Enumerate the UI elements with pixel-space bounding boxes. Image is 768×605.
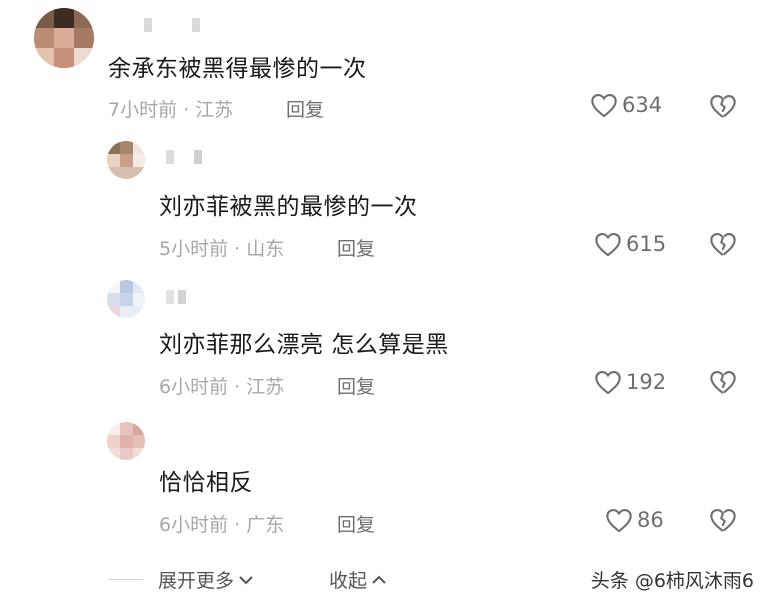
reply-button[interactable]: 回复 [337, 510, 375, 537]
collapse-label: 收起 [329, 570, 368, 592]
like-count: 86 [637, 508, 664, 532]
expand-more-button[interactable]: 展开更多 [158, 566, 255, 593]
comment-meta: 6小时前 · 江苏 [159, 376, 285, 398]
reply-button[interactable]: 回复 [286, 95, 324, 122]
like-count: 634 [622, 93, 663, 117]
broken-heart-icon [710, 509, 736, 532]
avatar[interactable] [107, 280, 145, 318]
dislike-button[interactable] [709, 231, 737, 261]
like-button[interactable]: 634 [590, 92, 662, 118]
comment-text: 余承东被黑得最惨的一次 [108, 56, 367, 82]
expand-more-label: 展开更多 [158, 570, 235, 592]
broken-heart-icon [710, 95, 736, 118]
avatar[interactable] [34, 8, 94, 68]
like-button[interactable]: 192 [594, 369, 666, 395]
heart-icon [595, 233, 621, 257]
watermark: 头条 @6柿风沐雨6 [590, 570, 754, 592]
chevron-up-icon [372, 575, 386, 584]
comment-meta: 7小时前 · 江苏 [108, 99, 234, 121]
reply-button[interactable]: 回复 [337, 234, 375, 261]
divider [107, 579, 143, 580]
dislike-button[interactable] [709, 507, 737, 537]
heart-icon [591, 94, 617, 118]
comment-meta: 5小时前 · 山东 [159, 238, 285, 260]
comment-text: 刘亦菲被黑的最惨的一次 [159, 194, 418, 220]
collapse-button[interactable]: 收起 [329, 566, 388, 593]
chevron-down-icon [239, 575, 253, 584]
heart-icon [606, 509, 632, 533]
dislike-button[interactable] [709, 369, 737, 399]
avatar[interactable] [107, 141, 145, 179]
like-count: 192 [626, 370, 667, 394]
like-button[interactable]: 615 [594, 231, 666, 257]
dislike-button[interactable] [709, 93, 737, 123]
comment-meta: 6小时前 · 广东 [159, 514, 285, 536]
broken-heart-icon [710, 371, 736, 394]
reply-button[interactable]: 回复 [337, 372, 375, 399]
like-button[interactable]: 86 [605, 507, 664, 533]
username[interactable] [166, 150, 206, 164]
like-count: 615 [626, 232, 667, 256]
username[interactable] [144, 18, 204, 32]
username[interactable] [166, 290, 196, 304]
heart-icon [595, 371, 621, 395]
comment-text: 恰恰相反 [159, 470, 253, 496]
broken-heart-icon [710, 233, 736, 256]
comment-text: 刘亦菲那么漂亮 怎么算是黑 [159, 332, 449, 358]
avatar[interactable] [107, 422, 145, 460]
